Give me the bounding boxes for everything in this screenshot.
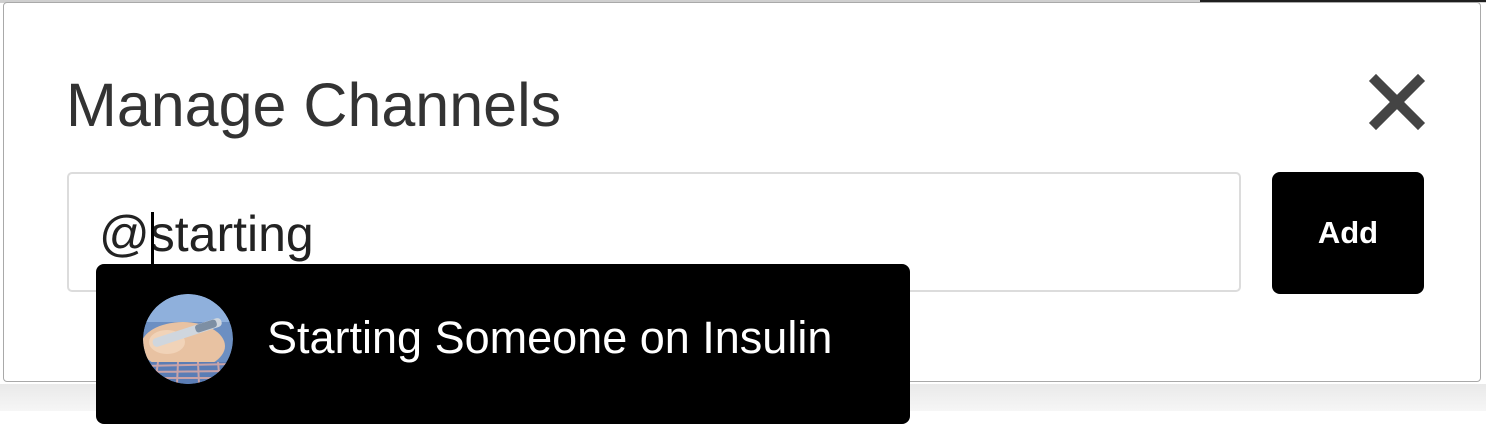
modal-title: Manage Channels	[66, 71, 562, 139]
close-icon	[1368, 73, 1426, 131]
add-button[interactable]: Add	[1272, 172, 1424, 294]
close-button[interactable]	[1366, 71, 1428, 133]
channel-avatar-image	[143, 294, 233, 384]
suggestion-item[interactable]: Starting Someone on Insulin	[96, 264, 910, 411]
suggestion-label: Starting Someone on Insulin	[267, 312, 833, 363]
text-cursor	[151, 212, 154, 264]
channel-search-input[interactable]	[99, 198, 1199, 270]
suggestion-dropdown: Starting Someone on Insulin	[96, 264, 910, 424]
